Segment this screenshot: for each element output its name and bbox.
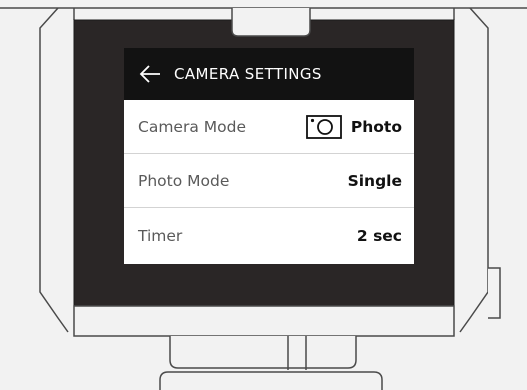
camera-icon (305, 114, 342, 140)
setting-value-group: Photo (305, 114, 402, 140)
screen-title: CAMERA SETTINGS (174, 65, 322, 83)
setting-row-timer[interactable]: Timer 2 sec (124, 208, 414, 264)
device-right-panel (459, 7, 489, 333)
device-left-panel (39, 7, 69, 333)
camera-settings-screen: CAMERA SETTINGS Camera Mode Photo Photo … (124, 48, 414, 264)
setting-label: Timer (138, 227, 183, 245)
setting-value: Single (347, 171, 402, 190)
mount-base (159, 371, 383, 390)
setting-value: Photo (350, 117, 402, 136)
device-bottom-frame (73, 305, 455, 337)
back-button[interactable] (136, 60, 164, 88)
mount-connector (169, 336, 357, 369)
side-button (488, 267, 501, 319)
setting-label: Camera Mode (138, 117, 246, 136)
setting-row-camera-mode[interactable]: Camera Mode Photo (124, 100, 414, 154)
setting-label: Photo Mode (138, 171, 230, 190)
arrow-left-icon (139, 65, 160, 83)
setting-value: 2 sec (356, 227, 402, 245)
top-connector (231, 8, 311, 37)
setting-row-photo-mode[interactable]: Photo Mode Single (124, 154, 414, 208)
camera-device-view: CAMERA SETTINGS Camera Mode Photo Photo … (0, 0, 527, 390)
screen-header: CAMERA SETTINGS (124, 48, 414, 100)
